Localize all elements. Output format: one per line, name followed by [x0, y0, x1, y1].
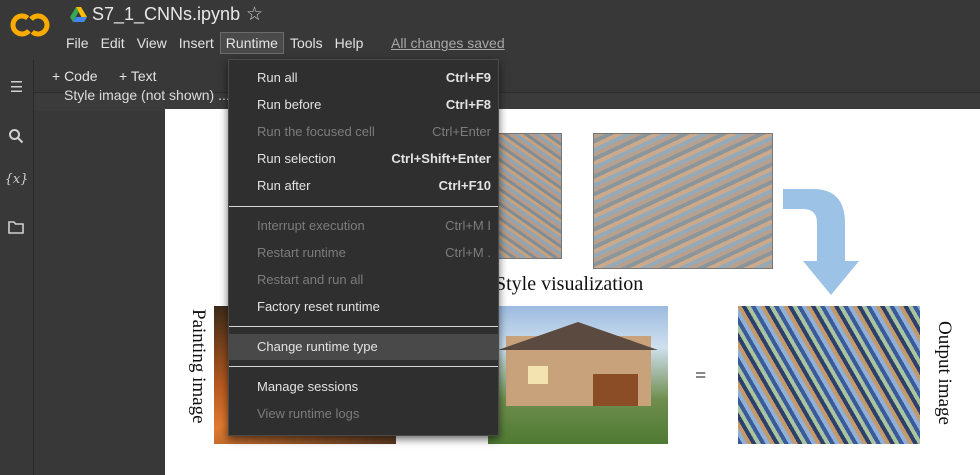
- header: S7_1_CNNs.ipynb ☆ File Edit View Insert …: [0, 0, 980, 60]
- save-status-link[interactable]: All changes saved: [391, 35, 505, 51]
- menu-item-interrupt-execution: Interrupt execution Ctrl+M I: [257, 218, 491, 233]
- menu-item-run-focused-cell: Run the focused cell Ctrl+Enter: [257, 124, 491, 139]
- menu-separator: [229, 206, 498, 207]
- equals-sign: =: [695, 365, 707, 387]
- style-visualization-label: Style visualization: [495, 273, 644, 295]
- colab-logo[interactable]: [10, 11, 50, 39]
- output-image: [738, 306, 920, 444]
- variables-icon[interactable]: {x}: [0, 172, 33, 187]
- add-code-button[interactable]: + Code: [52, 68, 98, 84]
- table-of-contents-icon[interactable]: ☰: [0, 78, 33, 96]
- style-visualization-tile-1: [495, 133, 562, 259]
- menu-item-run-before[interactable]: Run before Ctrl+F8: [229, 92, 498, 118]
- menu-item-run-after[interactable]: Run after Ctrl+F10: [229, 173, 498, 199]
- menu-separator: [229, 366, 498, 367]
- style-visualization-tile-2: [593, 133, 773, 269]
- menu-insert[interactable]: Insert: [173, 32, 220, 54]
- menu-item-restart-and-run-all: Restart and run all: [257, 272, 364, 287]
- folder-icon[interactable]: [8, 220, 24, 234]
- painting-image-label: Painting image: [188, 309, 209, 424]
- search-icon[interactable]: [8, 128, 24, 144]
- menu-item-factory-reset-runtime[interactable]: Factory reset runtime: [229, 294, 498, 320]
- menu-runtime[interactable]: Runtime: [219, 32, 284, 54]
- menu-item-manage-sessions[interactable]: Manage sessions: [229, 374, 498, 400]
- curved-arrow-icon: [783, 189, 859, 295]
- left-sidebar: ☰ {x}: [0, 60, 34, 475]
- output-image-label: Output image: [934, 321, 955, 425]
- star-icon[interactable]: ☆: [246, 3, 263, 26]
- house-photo: [488, 306, 668, 444]
- notebook-content: Style image (not shown) ... using the in…: [34, 87, 980, 475]
- add-text-button[interactable]: + Text: [119, 68, 157, 84]
- menubar: File Edit View Insert Runtime Tools Help: [60, 32, 369, 54]
- menu-view[interactable]: View: [131, 32, 173, 54]
- google-drive-icon: [70, 7, 87, 22]
- menu-help[interactable]: Help: [329, 32, 370, 54]
- menu-item-view-runtime-logs: View runtime logs: [257, 406, 360, 421]
- menu-file[interactable]: File: [60, 32, 95, 54]
- menu-item-restart-runtime: Restart runtime Ctrl+M .: [257, 245, 491, 260]
- menu-tools[interactable]: Tools: [284, 32, 329, 54]
- menu-item-change-runtime-type[interactable]: Change runtime type: [229, 334, 498, 360]
- menu-item-run-selection[interactable]: Run selection Ctrl+Shift+Enter: [229, 146, 498, 172]
- menu-item-run-all[interactable]: Run all Ctrl+F9: [229, 65, 498, 91]
- runtime-menu: Run all Ctrl+F9 Run before Ctrl+F8 Run t…: [228, 59, 499, 436]
- menu-edit[interactable]: Edit: [95, 32, 131, 54]
- menu-separator: [229, 326, 498, 327]
- notebook-title[interactable]: S7_1_CNNs.ipynb: [92, 4, 240, 25]
